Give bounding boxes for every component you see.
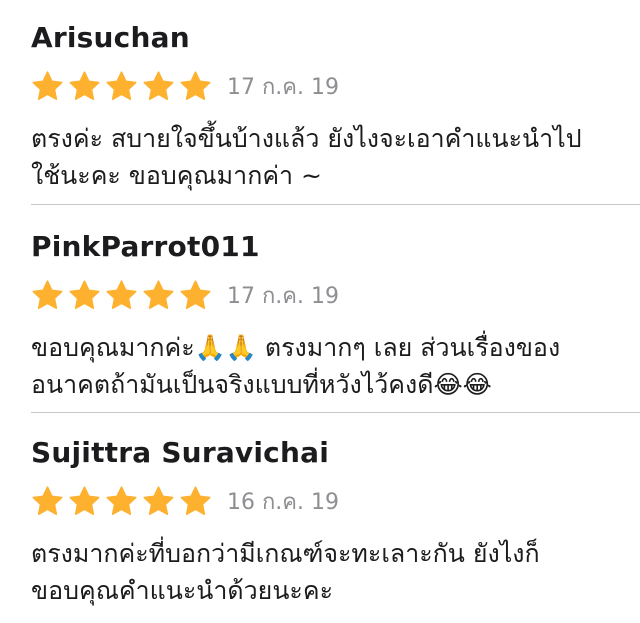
review-body-line: อนาคตถ้ามันเป็นจริงแบบที่หวังไว้คงดี😂😂 [31,370,492,399]
review-body-line: ขอบคุณคำแนะนำด้วยนะคะ [31,576,334,605]
star-icon [142,485,175,518]
review-date: 17 ก.ค. 19 [227,74,339,100]
star-icon [142,279,175,312]
star-icon [105,70,138,103]
star-icon [68,70,101,103]
review-author: Sujittra Suravichai [31,436,329,469]
review-body: ขอบคุณมากค่ะ🙏🙏 ตรงมากๆ เลย ส่วนเรื่องของ… [31,329,616,403]
review-body-line: ตรงมากค่ะที่บอกว่ามีเกณฑ์จะทะเลาะกัน ยัง… [31,539,540,568]
star-icon [68,485,101,518]
star-icon [105,485,138,518]
review-author: PinkParrot011 [31,230,260,263]
review-body: ตรงมากค่ะที่บอกว่ามีเกณฑ์จะทะเลาะกัน ยัง… [31,535,616,609]
review-body: ตรงค่ะ สบายใจขึ้นบ้างแล้ว ยังไงจะเอาคำแน… [31,120,616,194]
star-icon [31,485,64,518]
star-rating [31,279,216,312]
review-meta: 16 ก.ค. 19 [31,481,620,521]
star-icon [179,70,212,103]
review-meta: 17 ก.ค. 19 [31,66,620,106]
review-item: Sujittra Suravichai 16 ก.ค. 19 ตรงมากค่ะ… [0,413,640,623]
review-date: 16 ก.ค. 19 [227,489,339,515]
review-author: Arisuchan [31,21,190,54]
review-item: PinkParrot011 17 ก.ค. 19 ขอบคุณมากค่ะ🙏🙏 … [0,205,640,413]
star-icon [31,70,64,103]
review-body-line: ตรงค่ะ สบายใจขึ้นบ้างแล้ว ยังไงจะเอาคำแน… [31,124,582,153]
review-meta: 17 ก.ค. 19 [31,275,620,315]
review-item: Arisuchan 17 ก.ค. 19 ตรงค่ะ สบายใจขึ้นบ้… [0,0,640,205]
review-date: 17 ก.ค. 19 [227,283,339,309]
star-icon [105,279,138,312]
star-icon [31,279,64,312]
star-icon [179,485,212,518]
star-icon [179,279,212,312]
review-body-line: ขอบคุณมากค่ะ🙏🙏 ตรงมากๆ เลย ส่วนเรื่องของ [31,333,561,362]
star-icon [68,279,101,312]
star-rating [31,70,216,103]
star-rating [31,485,216,518]
star-icon [142,70,175,103]
review-body-line: ใช้นะคะ ขอบคุณมากค่า ~ [31,161,322,190]
